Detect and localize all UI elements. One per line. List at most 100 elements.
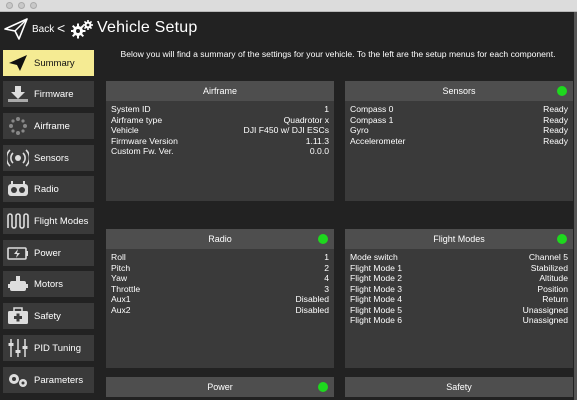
sidebar-item-summary[interactable]: Summary bbox=[3, 50, 94, 76]
row-label: Aux1 bbox=[111, 294, 131, 304]
sidebar-item-sensors[interactable]: Sensors bbox=[3, 145, 94, 171]
status-ok-indicator bbox=[557, 234, 567, 244]
row-value: DJI F450 w/ DJI ESCs bbox=[243, 125, 329, 135]
summary-row: Flight Mode 5 Unassigned bbox=[350, 305, 568, 316]
row-value: Ready bbox=[543, 125, 568, 135]
sidebar-item-label: Flight Modes bbox=[34, 215, 89, 227]
row-value: 1 bbox=[324, 104, 329, 114]
back-button[interactable]: Back bbox=[4, 17, 54, 41]
paper-plane-icon bbox=[4, 18, 28, 40]
row-label: Pitch bbox=[111, 262, 131, 273]
panel-body: Mode switch Channel 5 Flight Mode 1 Stabil… bbox=[345, 249, 573, 368]
sliders-icon bbox=[5, 335, 31, 361]
row-value: 0.0.0 bbox=[309, 146, 329, 156]
summary-row: Gyro Ready bbox=[350, 125, 568, 136]
sidebar-item-safety[interactable]: Safety bbox=[3, 303, 94, 329]
app-window: Back < Vehicle Setup Summary Firmware Ai… bbox=[0, 0, 577, 400]
summary-row: Flight Mode 1 Stabilized bbox=[350, 263, 568, 274]
status-ok-indicator bbox=[318, 234, 328, 244]
row-value: Ready bbox=[543, 114, 568, 125]
summary-row: Flight Mode 6 Unassigned bbox=[350, 315, 568, 326]
summary-row: Accelerometer Ready bbox=[350, 136, 568, 147]
airframe-panel-header[interactable]: Airframe bbox=[106, 81, 334, 101]
sidebar-item-parameters[interactable]: Parameters bbox=[3, 367, 94, 393]
gears-icon bbox=[70, 19, 95, 44]
radio-panel-header[interactable]: Radio bbox=[106, 229, 334, 249]
sidebar-item-firmware[interactable]: Firmware bbox=[3, 81, 94, 107]
sidebar-item-flight-modes[interactable]: Flight Modes bbox=[3, 208, 94, 234]
safety-summary-panel: Safety bbox=[345, 377, 573, 397]
power-icon bbox=[5, 240, 31, 266]
sidebar-item-label: Power bbox=[34, 247, 61, 259]
summary-row: Roll 1 bbox=[111, 252, 329, 263]
gears-icon bbox=[5, 367, 31, 393]
row-label: Vehicle bbox=[111, 125, 139, 135]
row-label: Flight Mode 1 bbox=[350, 262, 403, 273]
row-label: Throttle bbox=[111, 283, 141, 294]
airframe-summary-panel: Airframe System ID 1 Airframe type Quadrot… bbox=[106, 81, 334, 201]
minimize-window-button[interactable] bbox=[18, 2, 25, 9]
sidebar-item-motors[interactable]: Motors bbox=[3, 271, 94, 297]
row-value: 3 bbox=[324, 283, 329, 294]
summary-row: Compass 0 Ready bbox=[350, 104, 568, 115]
row-label: Gyro bbox=[350, 125, 369, 135]
sensors-icon bbox=[5, 145, 31, 171]
sidebar-item-label: Airframe bbox=[34, 120, 70, 132]
row-label: Flight Mode 5 bbox=[350, 304, 403, 315]
summary-row: Mode switch Channel 5 bbox=[350, 252, 568, 263]
row-label: Custom Fw. Ver. bbox=[111, 146, 174, 156]
first-aid-icon bbox=[5, 303, 31, 329]
row-value: Altitude bbox=[539, 273, 568, 283]
sidebar-item-label: Firmware bbox=[34, 88, 74, 100]
row-label: Flight Mode 6 bbox=[350, 315, 403, 325]
power-summary-panel: Power bbox=[106, 377, 334, 397]
row-value: 2 bbox=[324, 262, 329, 273]
close-window-button[interactable] bbox=[6, 2, 13, 9]
row-label: Flight Mode 2 bbox=[350, 273, 403, 283]
row-label: Mode switch bbox=[350, 252, 398, 262]
flight-modes-panel-header[interactable]: Flight Modes bbox=[345, 229, 573, 249]
sidebar-item-label: Motors bbox=[34, 278, 64, 290]
radio-icon bbox=[5, 176, 31, 202]
download-icon bbox=[5, 81, 31, 107]
row-label: Flight Mode 4 bbox=[350, 294, 403, 304]
sidebar-item-radio[interactable]: Radio bbox=[3, 176, 94, 202]
row-value: Disabled bbox=[295, 304, 329, 315]
sensors-summary-panel: Sensors Compass 0 Ready Compass 1 Ready Gy… bbox=[345, 81, 573, 201]
panel-body: Compass 0 Ready Compass 1 Ready Gyro Ready … bbox=[345, 101, 573, 201]
sidebar-item-pid-tuning[interactable]: PID Tuning bbox=[3, 335, 94, 361]
power-panel-header[interactable]: Power bbox=[106, 377, 334, 397]
row-label: Airframe type bbox=[111, 114, 163, 125]
panel-title: Safety bbox=[446, 382, 472, 392]
panel-title: Flight Modes bbox=[433, 234, 485, 244]
row-value: Ready bbox=[543, 135, 568, 146]
sidebar-item-label: Safety bbox=[34, 310, 61, 322]
summary-row: Vehicle DJI F450 w/ DJI ESCs bbox=[111, 125, 329, 136]
sensors-panel-header[interactable]: Sensors bbox=[345, 81, 573, 101]
row-label: Flight Mode 3 bbox=[350, 283, 403, 294]
row-label: Compass 0 bbox=[350, 104, 394, 114]
flight-modes-summary-panel: Flight Modes Mode switch Channel 5 Flight… bbox=[345, 229, 573, 368]
row-label: Roll bbox=[111, 252, 126, 262]
panel-body: System ID 1 Airframe type Quadrotor x Vehi… bbox=[106, 101, 334, 201]
summary-intro-text: Below you will find a summary of the set… bbox=[120, 49, 556, 59]
summary-row: Airframe type Quadrotor x bbox=[111, 115, 329, 126]
zoom-window-button[interactable] bbox=[30, 2, 37, 9]
row-value: 4 bbox=[324, 273, 329, 283]
window-titlebar bbox=[0, 0, 577, 12]
row-label: Accelerometer bbox=[350, 135, 406, 146]
sidebar-item-airframe[interactable]: Airframe bbox=[3, 113, 94, 139]
breadcrumb-separator: < bbox=[57, 20, 66, 36]
sidebar-item-label: Parameters bbox=[34, 374, 84, 386]
row-value: Ready bbox=[543, 104, 568, 114]
sidebar-item-label: Sensors bbox=[34, 152, 69, 164]
row-label: System ID bbox=[111, 104, 151, 114]
paper-plane-icon bbox=[5, 50, 31, 76]
safety-panel-header[interactable]: Safety bbox=[345, 377, 573, 397]
row-label: Aux2 bbox=[111, 304, 131, 315]
page-title: Vehicle Setup bbox=[97, 19, 198, 36]
summary-row: System ID 1 bbox=[111, 104, 329, 115]
sidebar-item-label: Summary bbox=[34, 57, 75, 69]
panel-title: Radio bbox=[208, 234, 232, 244]
sidebar-item-power[interactable]: Power bbox=[3, 240, 94, 266]
